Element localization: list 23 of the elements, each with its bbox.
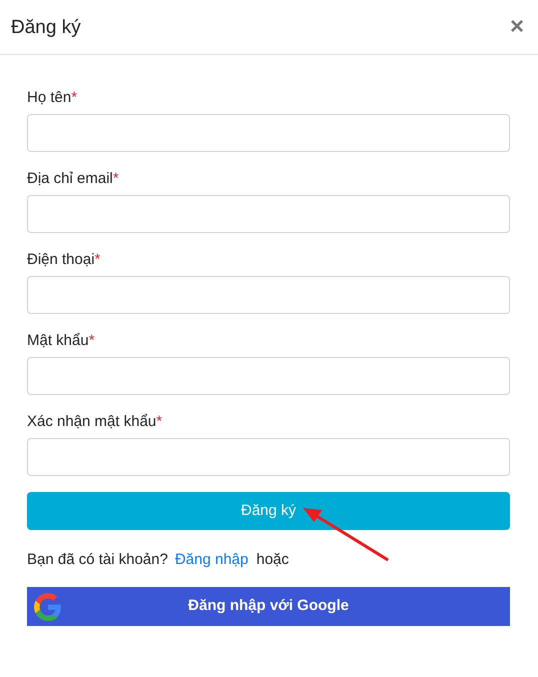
required-mark: * (88, 332, 95, 350)
field-label: Họ tên (27, 89, 72, 107)
required-mark: * (156, 413, 162, 431)
field-label: Mật khẩu (27, 332, 89, 350)
submit-button[interactable]: Đăng ký (27, 492, 510, 530)
google-icon (34, 593, 62, 621)
input-field[interactable] (27, 114, 510, 152)
input-field[interactable] (27, 276, 510, 314)
required-mark: * (94, 251, 100, 269)
google-login-button[interactable]: Đăng nhập với Google (27, 587, 510, 626)
field-label: Xác nhận mật khẩu (27, 413, 156, 431)
close-button[interactable]: × (510, 15, 524, 39)
prompt-text: Bạn đã có tài khoản? (27, 550, 168, 570)
input-field[interactable] (27, 357, 510, 395)
or-text: hoặc (256, 550, 289, 570)
field-label: Điện thoại (27, 251, 95, 269)
input-field[interactable] (27, 438, 510, 476)
required-mark: * (71, 89, 78, 107)
input-field[interactable] (27, 195, 510, 233)
login-link[interactable]: Đăng nhập (174, 548, 248, 572)
required-mark: * (112, 170, 119, 188)
dialog-title: Đăng ký (11, 18, 81, 36)
field-label: Địa chỉ email (27, 170, 113, 188)
